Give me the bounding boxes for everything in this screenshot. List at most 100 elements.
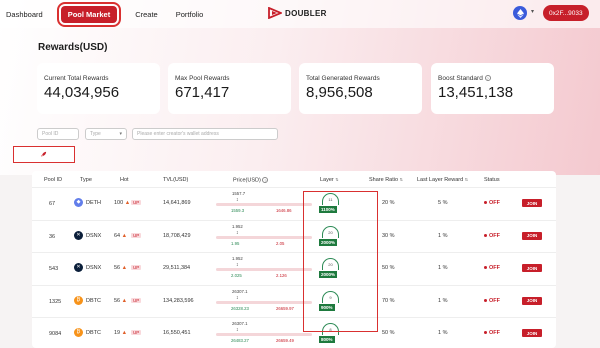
table-row: 1325 ₿ DBTC 56 ▲ UP 134,283,596 26307.1 … (32, 284, 556, 316)
tvl-cell: 134,283,596 (163, 297, 194, 304)
price-current: 1.95 (231, 240, 240, 246)
type-cell: DBTC (86, 297, 101, 304)
hot-cell: 56 ▲ (114, 265, 128, 271)
ethereum-icon[interactable] (513, 6, 527, 20)
wallet-address-button[interactable]: 0x2F...9033 (543, 5, 589, 21)
stat-value: 44,034,956 (44, 84, 120, 101)
price-start: 26307.1 (232, 321, 248, 326)
join-button[interactable]: JOIN (522, 329, 542, 337)
stat-card-current-rewards: Current Total Rewards 44,034,956 (37, 63, 160, 114)
column-header: Price(USD) ? (233, 177, 269, 184)
type-cell: DSNX (86, 265, 102, 271)
column-header[interactable]: Pool ID (44, 177, 62, 183)
price-max: 26659.49 (276, 338, 294, 343)
price-start: 1557.7 (232, 191, 246, 196)
price-range-bar (216, 235, 312, 239)
fire-icon: ▲ (121, 297, 128, 304)
join-button[interactable]: JOIN (522, 199, 542, 207)
nav-pool-market[interactable]: Pool Market (56, 1, 122, 27)
dbtc-coin-icon: ₿ (74, 328, 83, 337)
help-icon[interactable]: ? (262, 177, 269, 183)
stat-value: 8,956,508 (306, 84, 373, 101)
stat-value: 13,451,138 (438, 84, 514, 101)
pool-id-cell: 67 (49, 201, 56, 207)
type-cell: DETH (86, 200, 101, 206)
share-ratio-cell: 50 % (382, 265, 395, 271)
join-button[interactable]: JOIN (522, 264, 542, 272)
price-max: 1646.86 (276, 208, 292, 213)
chevron-down-icon[interactable]: ▾ (531, 8, 534, 15)
last-layer-reward-cell: 1 % (438, 232, 448, 239)
hot-cell: 56 ▲ (114, 297, 128, 304)
last-layer-reward-cell: 5 % (438, 200, 448, 206)
pool-id-cell: 36 (49, 233, 56, 240)
sort-icon: ⇅ (335, 177, 339, 182)
price-marker-icon: ↕ (236, 262, 239, 268)
last-layer-reward-cell: 1 % (438, 265, 448, 271)
price-marker-icon: ↕ (236, 327, 239, 333)
share-ratio-cell: 20 % (382, 200, 395, 206)
up-badge: UP (131, 265, 142, 270)
up-badge: UP (131, 297, 142, 303)
column-header[interactable]: Hot (120, 177, 129, 183)
type-cell: DSNX (86, 232, 102, 239)
layer-percent-badge: 800% (319, 336, 335, 343)
type-select[interactable]: Type ▾ (85, 128, 127, 140)
join-button[interactable]: JOIN (522, 296, 542, 305)
price-range-bar (216, 268, 312, 271)
column-header: Status (484, 177, 500, 183)
table-row: 36 ✕ DSNX 64 ▲ UP 18,708,429 1.952 ↕ 1.9… (32, 219, 556, 251)
sort-icon: ⇅ (399, 177, 403, 182)
rocket-icon (40, 151, 47, 157)
price-start: 1.952 (232, 223, 243, 229)
stat-card-max-pool-rewards: Max Pool Rewards 671,417 (168, 63, 291, 114)
price-range-bar (216, 203, 312, 206)
fire-icon: ▲ (124, 200, 131, 206)
stat-card-boost-standard: Boost Standard ? 13,451,138 (431, 63, 554, 114)
creator-placeholder: Please enter creator's wallet address (137, 131, 219, 137)
price-current: 26483.27 (231, 338, 249, 343)
price-current: 26328.23 (231, 305, 249, 311)
stat-value: 671,417 (175, 84, 230, 101)
tvl-cell: 16,550,451 (163, 330, 191, 336)
status-badge: OFF (484, 330, 500, 336)
up-badge: UP (131, 232, 142, 238)
pool-table: Pool ID Type Hot TVL(USD) Price(USD) ? L… (32, 171, 556, 348)
stat-label: Total Generated Rewards (306, 75, 380, 82)
pool-id-cell: 9084 (49, 331, 62, 337)
status-badge: OFF (484, 298, 500, 304)
share-ratio-cell: 50 % (382, 330, 395, 336)
status-badge: OFF (484, 265, 500, 271)
join-button[interactable]: JOIN (522, 231, 542, 240)
dbtc-coin-icon: ₿ (74, 295, 83, 305)
price-start: 1.952 (232, 256, 243, 261)
pool-id-cell: 543 (49, 266, 59, 272)
share-ratio-cell: 30 % (382, 232, 395, 239)
nav-portfolio[interactable]: Portfolio (176, 10, 204, 19)
pool-id-cell: 1325 (49, 298, 62, 305)
nav-create[interactable]: Create (135, 10, 158, 19)
column-header[interactable]: TVL(USD) (163, 177, 188, 183)
stat-card-total-generated: Total Generated Rewards 8,956,508 (299, 63, 422, 114)
boost-filter-button[interactable] (13, 146, 75, 163)
help-icon[interactable]: ? (484, 75, 491, 82)
doubler-logo[interactable]: DOUBLER (268, 7, 327, 19)
price-max: 2.126 (276, 273, 287, 278)
fire-icon: ▲ (121, 330, 128, 336)
creator-address-input[interactable]: Please enter creator's wallet address (132, 128, 278, 140)
column-header[interactable]: Last Layer Reward ⇅ (417, 177, 468, 183)
status-badge: OFF (484, 233, 500, 239)
logo-icon (268, 7, 282, 19)
layer-column-highlight (303, 191, 378, 332)
table-row: 67 ◆ DETH 100 ▲ UP 14,641,869 1557.7 ↕ 1… (32, 187, 556, 218)
tvl-cell: 18,708,429 (163, 232, 191, 239)
deth-coin-icon: ◆ (74, 198, 83, 207)
up-badge: UP (131, 200, 142, 205)
stat-label: Current Total Rewards (44, 75, 109, 82)
price-current: 2.025 (231, 273, 242, 278)
column-header[interactable]: Share Ratio ⇅ (369, 177, 403, 183)
fire-icon: ▲ (121, 232, 128, 239)
nav-dashboard[interactable]: Dashboard (6, 10, 43, 19)
pool-id-input[interactable]: Pool ID (37, 128, 79, 140)
column-header[interactable]: Layer ⇅ (320, 177, 339, 183)
